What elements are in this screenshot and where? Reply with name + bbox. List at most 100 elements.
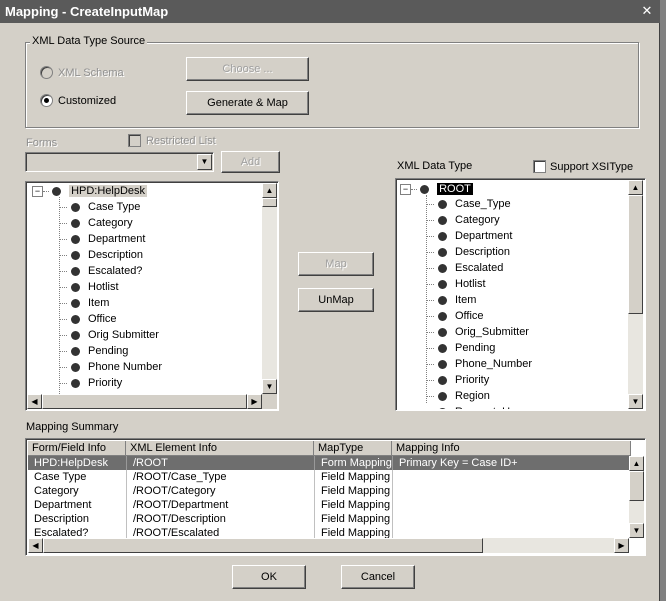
- summary-hscroll[interactable]: ◀ ▶: [28, 538, 629, 553]
- chevron-down-icon[interactable]: ▼: [197, 154, 212, 170]
- tree-item[interactable]: Pending: [426, 340, 495, 356]
- scroll-right-icon[interactable]: ▶: [614, 538, 629, 553]
- restricted-list-label: Restricted List: [146, 135, 216, 147]
- tree-item-label: Office: [455, 310, 484, 322]
- tree-item-label: Category: [455, 214, 500, 226]
- xml-schema-radio[interactable]: [40, 66, 53, 79]
- node-icon: [438, 215, 447, 225]
- tree-item[interactable]: Request_Urgency: [426, 404, 543, 409]
- scroll-left-icon[interactable]: ◀: [28, 538, 43, 553]
- cancel-button[interactable]: Cancel: [341, 565, 415, 589]
- table-cell: /ROOT/Description: [126, 512, 314, 526]
- unmap-button[interactable]: UnMap: [298, 288, 374, 312]
- table-cell: /ROOT/Category: [126, 484, 314, 498]
- tree-item[interactable]: Region: [59, 391, 123, 393]
- scroll-down-icon[interactable]: ▼: [262, 379, 277, 394]
- tree-item[interactable]: Phone Number: [59, 359, 162, 375]
- customized-radio[interactable]: [40, 94, 53, 107]
- tree-item[interactable]: Orig_Submitter: [426, 324, 529, 340]
- tree-item[interactable]: Office: [426, 308, 484, 324]
- forms-tree[interactable]: − HPD:HelpDesk Case Type Category Departme…: [25, 181, 279, 411]
- tree-item[interactable]: Item: [426, 292, 476, 308]
- tree-item-label: Pending: [88, 345, 129, 357]
- map-button[interactable]: Map: [298, 252, 374, 276]
- ok-button[interactable]: OK: [232, 565, 306, 589]
- table-cell: [392, 484, 629, 498]
- tree-item[interactable]: Category: [59, 215, 133, 231]
- scroll-thumb[interactable]: [262, 198, 277, 207]
- forms-dropdown[interactable]: ▼: [25, 152, 214, 172]
- table-cell: [392, 498, 629, 512]
- xml-type-tree[interactable]: − ROOT Case_Type Category Department Descri…: [395, 178, 646, 411]
- tree-item[interactable]: Phone_Number: [426, 356, 532, 372]
- tree-item[interactable]: Item: [59, 295, 109, 311]
- generate-map-button[interactable]: Generate & Map: [186, 91, 309, 115]
- forms-tree-vscroll[interactable]: ▲ ▼: [262, 183, 277, 394]
- tree-item[interactable]: Case_Type: [426, 196, 511, 212]
- tree-item-label: Item: [455, 294, 477, 306]
- table-row[interactable]: Description/ROOT/Description Field Mappin…: [28, 512, 629, 526]
- table-cell: Field Mapping: [314, 484, 392, 498]
- tree-item[interactable]: Orig Submitter: [59, 327, 159, 343]
- tree-item-label: Hotlist: [88, 281, 119, 293]
- table-cell: [392, 526, 629, 538]
- table-row[interactable]: Department/ROOT/Department Field Mapping: [28, 498, 629, 512]
- table-row[interactable]: Escalated? /ROOT/Escalated Field Mapping: [28, 526, 629, 538]
- xml-schema-label: XML Schema: [58, 67, 124, 79]
- table-row[interactable]: Category/ROOT/Category Field Mapping: [28, 484, 629, 498]
- column-header[interactable]: MapType: [314, 441, 392, 456]
- tree-connector: [426, 235, 434, 237]
- column-header[interactable]: Form/Field Info: [28, 441, 126, 456]
- tree-item[interactable]: Escalated?: [59, 263, 142, 279]
- summary-vscroll[interactable]: ▲ ▼: [629, 456, 644, 538]
- support-xsitype-label: Support XSIType: [550, 161, 634, 173]
- column-header[interactable]: Mapping Info: [392, 441, 631, 456]
- tree-item[interactable]: Description: [59, 247, 143, 263]
- node-icon: [438, 407, 447, 409]
- choose-button[interactable]: Choose ...: [186, 57, 309, 81]
- tree-item-label: Phone_Number: [455, 358, 533, 370]
- tree-connector: [59, 302, 67, 304]
- scroll-thumb[interactable]: [43, 538, 483, 553]
- scroll-thumb[interactable]: [42, 394, 247, 409]
- table-cell: Primary Key = Case ID+: [392, 456, 629, 470]
- tree-item[interactable]: Escalated: [426, 260, 503, 276]
- xml-tree-vscroll[interactable]: ▲ ▼: [628, 180, 643, 409]
- scroll-up-icon[interactable]: ▲: [629, 456, 644, 471]
- tree-item-label: Case_Type: [455, 198, 511, 210]
- scroll-thumb[interactable]: [628, 195, 643, 314]
- tree-item[interactable]: Department: [426, 228, 512, 244]
- tree-item[interactable]: Hotlist: [59, 279, 119, 295]
- scroll-right-icon[interactable]: ▶: [247, 394, 262, 409]
- tree-item[interactable]: Priority: [59, 375, 122, 391]
- scroll-thumb[interactable]: [629, 471, 644, 501]
- scroll-up-icon[interactable]: ▲: [262, 183, 277, 198]
- table-row[interactable]: Case Type/ROOT/Case_Type Field Mapping: [28, 470, 629, 484]
- forms-tree-hscroll[interactable]: ◀ ▶: [27, 394, 262, 409]
- scroll-left-icon[interactable]: ◀: [27, 394, 42, 409]
- support-xsitype-checkbox[interactable]: [533, 160, 546, 173]
- tree-item[interactable]: Office: [59, 311, 117, 327]
- tree-item[interactable]: Region: [426, 388, 490, 404]
- close-icon[interactable]: ✕: [639, 4, 655, 18]
- tree-item[interactable]: Description: [426, 244, 510, 260]
- scroll-down-icon[interactable]: ▼: [629, 523, 644, 538]
- scroll-up-icon[interactable]: ▲: [628, 180, 643, 195]
- table-row[interactable]: HPD:HelpDesk/ROOT Form Mapping Primary Key…: [28, 456, 629, 470]
- tree-item[interactable]: Department: [59, 231, 145, 247]
- column-header[interactable]: XML Element Info: [126, 441, 314, 456]
- table-cell: Escalated?: [34, 527, 89, 538]
- tree-item[interactable]: Priority: [426, 372, 489, 388]
- restricted-list-checkbox[interactable]: [128, 134, 141, 147]
- summary-rows: HPD:HelpDesk/ROOT Form Mapping Primary Key…: [28, 456, 629, 538]
- tree-connector: [59, 270, 67, 272]
- scroll-down-icon[interactable]: ▼: [628, 394, 643, 409]
- tree-item[interactable]: Hotlist: [426, 276, 486, 292]
- tree-item[interactable]: Case Type: [59, 199, 140, 215]
- tree-item-label: Category: [88, 217, 133, 229]
- add-button[interactable]: Add: [221, 151, 280, 173]
- title-bar[interactable]: Mapping - CreateInputMap: [0, 0, 660, 23]
- tree-item[interactable]: Pending: [59, 343, 128, 359]
- tree-item[interactable]: Category: [426, 212, 500, 228]
- mapping-summary-table[interactable]: Form/Field Info XML Element Info MapType Ma…: [25, 438, 646, 556]
